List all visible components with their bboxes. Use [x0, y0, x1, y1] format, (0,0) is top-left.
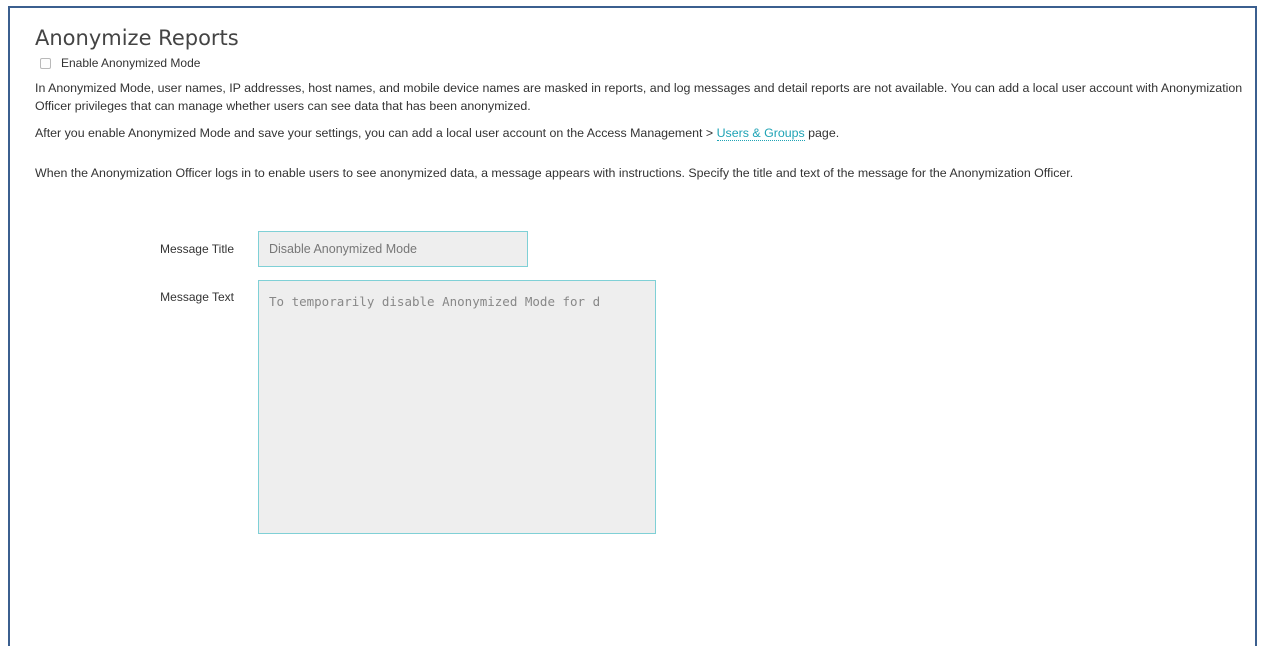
description-paragraph: In Anonymized Mode, user names, IP addre…	[35, 81, 1243, 113]
message-text-textarea[interactable]: To temporarily disable Anonymized Mode f…	[258, 280, 656, 534]
message-title-input[interactable]	[258, 231, 528, 267]
officer-message-paragraph: When the Anonymization Officer logs in t…	[35, 166, 1074, 180]
panel-content: Anonymize Reports Enable Anonymized Mode…	[35, 24, 1245, 182]
users-groups-text-before: After you enable Anonymized Mode and sav…	[35, 126, 717, 140]
users-groups-text-after: page.	[804, 126, 840, 140]
message-title-label: Message Title	[159, 242, 234, 256]
users-groups-link[interactable]: Users & Groups	[716, 126, 805, 141]
enable-anonymized-mode-checkbox[interactable]	[40, 57, 51, 69]
message-text-label: Message Text	[160, 290, 234, 304]
enable-anonymized-mode-label[interactable]: Enable Anonymized Mode	[61, 56, 200, 70]
page-title: Anonymize Reports	[35, 26, 239, 50]
users-groups-paragraph: After you enable Anonymized Mode and sav…	[35, 124, 1245, 142]
enable-anonymized-mode-row[interactable]: Enable Anonymized Mode	[35, 54, 1245, 72]
